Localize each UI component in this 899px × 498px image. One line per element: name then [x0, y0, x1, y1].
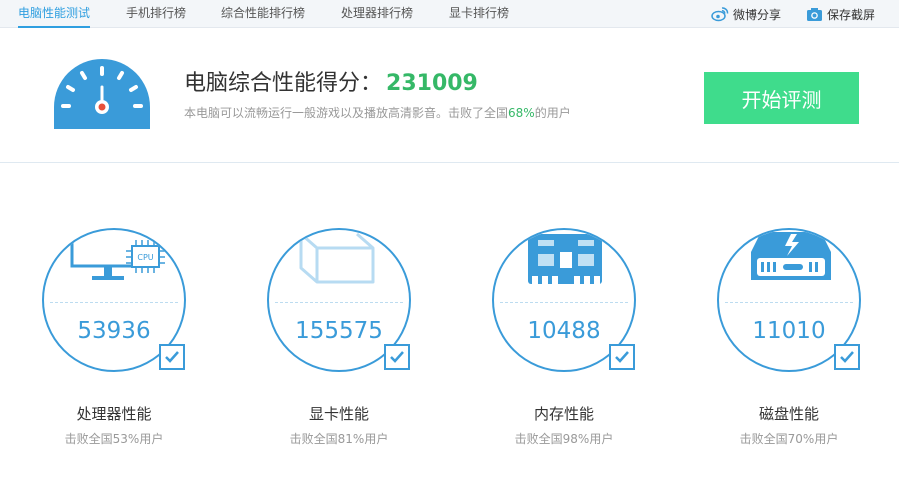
memory-card-title: 内存性能: [533, 405, 594, 423]
cpu-chip-label: CPU: [137, 253, 153, 262]
gpu-cube-icon: [299, 232, 375, 284]
memory-card-subtitle: 击败全国98%用户: [514, 432, 614, 446]
top-nav: 电脑性能测试 手机排行榜 综合性能排行榜 处理器排行榜 显卡排行榜 微博分享 保…: [0, 0, 899, 28]
ring-divider: [275, 302, 403, 303]
score-header: 电脑综合性能得分： 231009 本电脑可以流畅运行一般游戏以及播放高清影音。击败…: [0, 29, 899, 163]
save-screenshot-button[interactable]: 保存截屏: [806, 4, 875, 24]
memory-chip-icon: [528, 234, 602, 284]
total-score-label: 电脑综合性能得分：: [184, 71, 383, 96]
speedometer-icon: [54, 59, 150, 129]
gpu-card: 155575 显卡性能 击败全国81%用户: [249, 228, 429, 458]
score-description-prefix: 本电脑可以流畅运行一般游戏以及播放高清影音。击败了全国: [184, 106, 509, 120]
memory-score-value: 10488: [527, 318, 601, 344]
ring-divider: [725, 302, 853, 303]
score-description-percent: 68%: [508, 106, 535, 120]
memory-check-icon: [609, 344, 635, 370]
tab-pc-test[interactable]: 电脑性能测试: [18, 0, 91, 28]
disk-check-icon: [834, 344, 860, 370]
camera-icon: [807, 7, 822, 21]
disk-drive-icon: [751, 232, 831, 280]
memory-card: 10488 内存性能 击败全国98%用户: [474, 228, 654, 458]
gpu-check-icon: [384, 344, 410, 370]
cpu-check-icon: [159, 344, 185, 370]
disk-score-value: 11010: [752, 318, 826, 344]
weibo-share-button[interactable]: 微博分享: [711, 4, 781, 24]
cpu-score-value: 53936: [77, 318, 151, 344]
weibo-icon: [711, 7, 729, 22]
save-screenshot-label: 保存截屏: [827, 7, 876, 22]
cpu-card-subtitle: 击败全国53%用户: [64, 432, 164, 446]
tab-gpu-ranking[interactable]: 显卡排行榜: [449, 0, 509, 28]
ring-divider: [500, 302, 628, 303]
cpu-card: CPU 53936 处理器性能 击败全国53%用户: [24, 228, 204, 458]
disk-card-title: 磁盘性能: [758, 405, 819, 423]
cpu-monitor-icon: CPU: [70, 238, 165, 280]
tab-overall-ranking[interactable]: 综合性能排行榜: [221, 0, 305, 28]
gpu-card-title: 显卡性能: [308, 405, 369, 423]
start-benchmark-button[interactable]: 开始评测: [704, 72, 859, 124]
tab-phone-ranking[interactable]: 手机排行榜: [126, 0, 186, 28]
total-score-heading: 电脑综合性能得分： 231009: [184, 65, 478, 97]
gpu-card-subtitle: 击败全国81%用户: [289, 432, 389, 446]
score-description-suffix: 的用户: [534, 106, 571, 120]
disk-card: 11010 磁盘性能 击败全国70%用户: [699, 228, 879, 458]
total-score-value: 231009: [386, 71, 478, 96]
disk-card-subtitle: 击败全国70%用户: [739, 432, 839, 446]
cpu-card-title: 处理器性能: [76, 405, 152, 423]
ring-divider: [50, 302, 178, 303]
score-description: 本电脑可以流畅运行一般游戏以及播放高清影音。击败了全国68%的用户: [184, 104, 571, 121]
tab-cpu-ranking[interactable]: 处理器排行榜: [341, 0, 413, 28]
weibo-share-label: 微博分享: [733, 7, 782, 22]
gpu-score-value: 155575: [295, 318, 383, 344]
